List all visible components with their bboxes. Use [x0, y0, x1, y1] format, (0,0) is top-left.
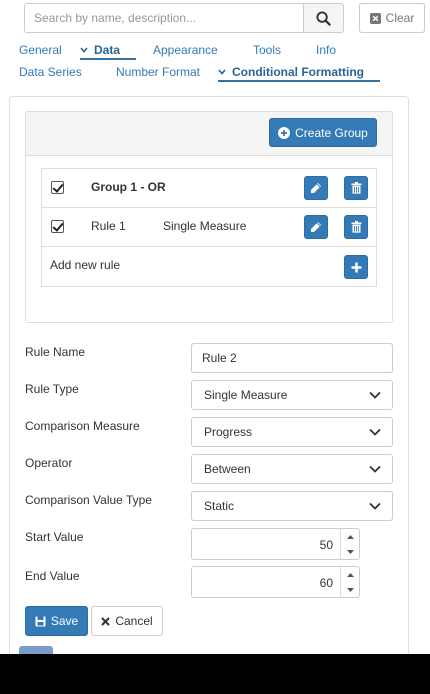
end-value-spinner: [340, 567, 359, 597]
close-icon: [101, 616, 111, 626]
rule-name-value: Rule 2: [202, 351, 237, 365]
pencil-icon: [311, 222, 321, 232]
tab-number-format[interactable]: Number Format: [116, 65, 200, 79]
rule-name: Rule 1: [91, 219, 126, 233]
search-button[interactable]: [304, 3, 344, 33]
edit-rule-button[interactable]: [304, 215, 328, 239]
chevron-down-icon: [80, 47, 88, 53]
pencil-icon: [311, 183, 321, 193]
operator-value: Between: [204, 462, 251, 476]
rule-type-select[interactable]: Single Measure: [191, 380, 393, 410]
caret-up-icon: [346, 572, 354, 577]
floppy-disk-icon: [35, 616, 46, 626]
search-bar: [24, 3, 344, 33]
chevron-down-icon: [369, 502, 381, 510]
caret-up-icon: [346, 534, 354, 539]
edit-group-button[interactable]: [304, 176, 328, 200]
cancel-button-label: Cancel: [115, 614, 153, 628]
start-value-input[interactable]: 50: [191, 528, 360, 560]
trash-icon: [351, 182, 361, 194]
comparison-value-type-label: Comparison Value Type: [25, 493, 152, 507]
tab-conditional-formatting[interactable]: Conditional Formatting: [218, 65, 364, 79]
tab-general[interactable]: General: [19, 43, 62, 57]
caret-down-icon: [346, 549, 354, 554]
trash-icon: [351, 221, 361, 233]
end-value-decrement[interactable]: [341, 582, 359, 597]
rule-type-value: Single Measure: [204, 388, 288, 402]
group-checkbox[interactable]: [51, 181, 64, 194]
search-icon: [316, 10, 331, 26]
clear-button[interactable]: Clear: [359, 3, 425, 33]
create-group-button[interactable]: Create Group: [269, 118, 377, 147]
tab-appearance[interactable]: Appearance: [153, 43, 218, 57]
chevron-down-icon: [369, 391, 381, 399]
comparison-value-type-value: Static: [204, 499, 235, 513]
bottom-overlay-bar: [0, 654, 430, 694]
save-button[interactable]: Save: [25, 606, 88, 636]
tab-data-underline: [80, 58, 136, 60]
search-input[interactable]: [24, 3, 305, 33]
plus-icon: [351, 262, 361, 272]
caret-down-icon: [346, 587, 354, 592]
clear-button-label: Clear: [385, 11, 415, 25]
start-value: 50: [319, 538, 333, 552]
end-value-label: End Value: [25, 569, 80, 583]
delete-group-button[interactable]: [344, 176, 368, 200]
add-rule-row: Add new rule: [42, 247, 376, 286]
end-value-input[interactable]: 60: [191, 566, 360, 598]
tab-data-label: Data: [94, 43, 121, 57]
rule-checkbox[interactable]: [51, 220, 64, 233]
add-rule-button[interactable]: [344, 255, 368, 279]
tab-conditional-formatting-label: Conditional Formatting: [232, 65, 364, 79]
add-rule-label: Add new rule: [50, 258, 121, 272]
close-box-icon: [369, 12, 381, 24]
create-group-label: Create Group: [295, 125, 368, 140]
end-value-increment[interactable]: [341, 567, 359, 582]
rule-name-input[interactable]: Rule 2: [191, 343, 393, 373]
comparison-measure-value: Progress: [204, 425, 253, 439]
end-value: 60: [319, 576, 333, 590]
group-row: Group 1 - OR: [42, 169, 376, 208]
rule-list: Group 1 - OR Rule 1 Single Measure Add n…: [41, 168, 377, 287]
start-value-spinner: [340, 529, 359, 559]
tab-info[interactable]: Info: [316, 43, 336, 57]
plus-circle-icon: [278, 126, 291, 139]
start-value-label: Start Value: [25, 530, 84, 544]
chevron-down-icon: [369, 465, 381, 473]
operator-label: Operator: [25, 456, 73, 470]
operator-select[interactable]: Between: [191, 454, 393, 484]
delete-rule-button[interactable]: [344, 215, 368, 239]
chevron-down-icon: [218, 69, 226, 75]
save-button-label: Save: [50, 614, 79, 628]
cancel-button[interactable]: Cancel: [91, 606, 163, 636]
tab-tools[interactable]: Tools: [253, 43, 281, 57]
rule-type: Single Measure: [163, 219, 247, 233]
comparison-measure-select[interactable]: Progress: [191, 417, 393, 447]
rule-name-label: Rule Name: [25, 345, 86, 359]
tab-data-series[interactable]: Data Series: [19, 65, 82, 79]
start-value-increment[interactable]: [341, 529, 359, 544]
tab-data[interactable]: Data: [80, 43, 120, 57]
comparison-value-type-select[interactable]: Static: [191, 491, 393, 521]
rule-type-label: Rule Type: [25, 382, 79, 396]
rule-row: Rule 1 Single Measure: [42, 208, 376, 247]
chevron-down-icon: [369, 428, 381, 436]
tab-conditional-formatting-underline: [218, 80, 380, 82]
start-value-decrement[interactable]: [341, 544, 359, 559]
group-title: Group 1 - OR: [91, 180, 166, 194]
comparison-measure-label: Comparison Measure: [25, 419, 140, 433]
